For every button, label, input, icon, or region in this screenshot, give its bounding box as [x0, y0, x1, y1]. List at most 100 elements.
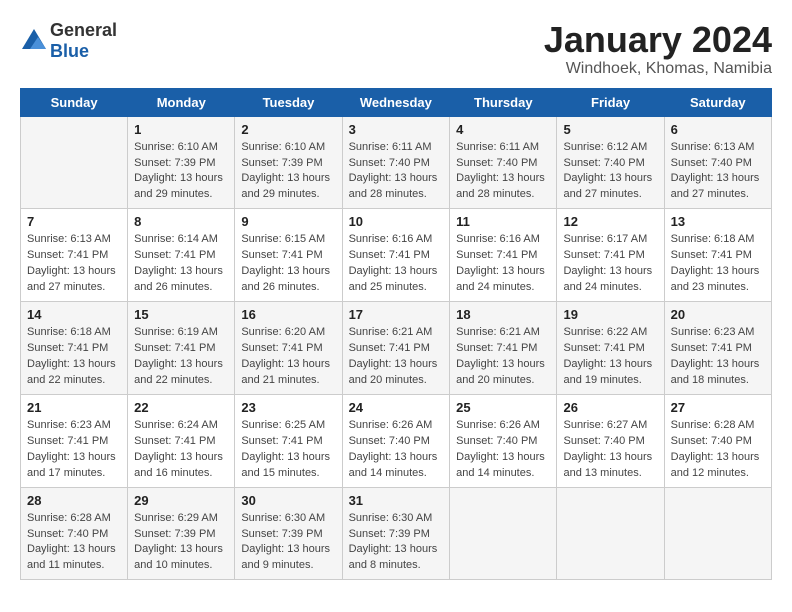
day-number: 9 [241, 214, 335, 229]
day-number: 24 [349, 400, 444, 415]
day-info: Sunrise: 6:27 AMSunset: 7:40 PMDaylight:… [563, 418, 657, 482]
calendar-cell: 30 Sunrise: 6:30 AMSunset: 7:39 PMDayligh… [235, 487, 342, 580]
day-info: Sunrise: 6:11 AMSunset: 7:40 PMDaylight:… [349, 140, 444, 204]
day-number: 30 [241, 493, 335, 508]
day-info: Sunrise: 6:24 AMSunset: 7:41 PMDaylight:… [134, 418, 228, 482]
day-number: 22 [134, 400, 228, 415]
calendar-cell: 28 Sunrise: 6:28 AMSunset: 7:40 PMDayligh… [21, 487, 128, 580]
calendar-cell: 20 Sunrise: 6:23 AMSunset: 7:41 PMDayligh… [664, 302, 771, 395]
day-number: 15 [134, 307, 228, 322]
logo: General Blue [20, 20, 117, 62]
calendar-cell: 1Sunrise: 6:10 AMSunset: 7:39 PMDaylight… [128, 116, 235, 209]
logo-icon [20, 27, 48, 55]
day-info: Sunrise: 6:25 AMSunset: 7:41 PMDaylight:… [241, 418, 335, 482]
day-number: 28 [27, 493, 121, 508]
calendar-cell: 31 Sunrise: 6:30 AMSunset: 7:39 PMDayligh… [342, 487, 450, 580]
calendar-cell: 11 Sunrise: 6:16 AMSunset: 7:41 PMDayligh… [450, 209, 557, 302]
day-header-saturday: Saturday [664, 88, 771, 116]
day-info: Sunrise: 6:21 AMSunset: 7:41 PMDaylight:… [456, 325, 550, 389]
calendar-cell: 25Sunrise: 6:26 AMSunset: 7:40 PMDayligh… [450, 394, 557, 487]
calendar-cell: 7Sunrise: 6:13 AMSunset: 7:41 PMDaylight… [21, 209, 128, 302]
calendar-body: 1Sunrise: 6:10 AMSunset: 7:39 PMDaylight… [21, 116, 772, 580]
day-number: 29 [134, 493, 228, 508]
calendar-week-5: 28 Sunrise: 6:28 AMSunset: 7:40 PMDayligh… [21, 487, 772, 580]
calendar-cell: 4 Sunrise: 6:11 AMSunset: 7:40 PMDaylight… [450, 116, 557, 209]
calendar-week-2: 7Sunrise: 6:13 AMSunset: 7:41 PMDaylight… [21, 209, 772, 302]
day-number: 27 [671, 400, 765, 415]
day-header-friday: Friday [557, 88, 664, 116]
day-number: 13 [671, 214, 765, 229]
day-number: 19 [563, 307, 657, 322]
subtitle: Windhoek, Khomas, Namibia [544, 60, 772, 78]
day-number: 18 [456, 307, 550, 322]
day-number: 31 [349, 493, 444, 508]
day-info: Sunrise: 6:17 AMSunset: 7:41 PMDaylight:… [563, 232, 657, 296]
calendar-header-row: SundayMondayTuesdayWednesdayThursdayFrid… [21, 88, 772, 116]
day-info: Sunrise: 6:23 AMSunset: 7:41 PMDaylight:… [27, 418, 121, 482]
calendar-cell: 23 Sunrise: 6:25 AMSunset: 7:41 PMDayligh… [235, 394, 342, 487]
day-number: 12 [563, 214, 657, 229]
calendar-cell: 16 Sunrise: 6:20 AMSunset: 7:41 PMDayligh… [235, 302, 342, 395]
day-info: Sunrise: 6:18 AMSunset: 7:41 PMDaylight:… [671, 232, 765, 296]
calendar-cell: 29Sunrise: 6:29 AMSunset: 7:39 PMDayligh… [128, 487, 235, 580]
day-info: Sunrise: 6:22 AMSunset: 7:41 PMDaylight:… [563, 325, 657, 389]
calendar-cell [21, 116, 128, 209]
calendar-cell: 19 Sunrise: 6:22 AMSunset: 7:41 PMDayligh… [557, 302, 664, 395]
day-number: 23 [241, 400, 335, 415]
day-number: 4 [456, 122, 550, 137]
day-info: Sunrise: 6:23 AMSunset: 7:41 PMDaylight:… [671, 325, 765, 389]
calendar-cell: 27Sunrise: 6:28 AMSunset: 7:40 PMDayligh… [664, 394, 771, 487]
title-area: January 2024 Windhoek, Khomas, Namibia [544, 20, 772, 78]
day-number: 6 [671, 122, 765, 137]
day-info: Sunrise: 6:14 AMSunset: 7:41 PMDaylight:… [134, 232, 228, 296]
calendar-cell: 6 Sunrise: 6:13 AMSunset: 7:40 PMDaylight… [664, 116, 771, 209]
day-number: 5 [563, 122, 657, 137]
day-number: 11 [456, 214, 550, 229]
day-info: Sunrise: 6:21 AMSunset: 7:41 PMDaylight:… [349, 325, 444, 389]
day-number: 8 [134, 214, 228, 229]
day-info: Sunrise: 6:19 AMSunset: 7:41 PMDaylight:… [134, 325, 228, 389]
calendar-header: SundayMondayTuesdayWednesdayThursdayFrid… [21, 88, 772, 116]
day-number: 14 [27, 307, 121, 322]
calendar-cell: 21Sunrise: 6:23 AMSunset: 7:41 PMDayligh… [21, 394, 128, 487]
calendar-cell: 10Sunrise: 6:16 AMSunset: 7:41 PMDayligh… [342, 209, 450, 302]
day-info: Sunrise: 6:26 AMSunset: 7:40 PMDaylight:… [456, 418, 550, 482]
calendar-cell: 9Sunrise: 6:15 AMSunset: 7:41 PMDaylight… [235, 209, 342, 302]
day-info: Sunrise: 6:26 AMSunset: 7:40 PMDaylight:… [349, 418, 444, 482]
day-header-monday: Monday [128, 88, 235, 116]
calendar-cell: 22 Sunrise: 6:24 AMSunset: 7:41 PMDayligh… [128, 394, 235, 487]
day-number: 26 [563, 400, 657, 415]
day-number: 2 [241, 122, 335, 137]
day-info: Sunrise: 6:11 AMSunset: 7:40 PMDaylight:… [456, 140, 550, 204]
logo-text-blue: Blue [50, 41, 89, 61]
day-info: Sunrise: 6:30 AMSunset: 7:39 PMDaylight:… [241, 511, 335, 575]
logo-text-general: General [50, 20, 117, 40]
day-number: 7 [27, 214, 121, 229]
day-info: Sunrise: 6:12 AMSunset: 7:40 PMDaylight:… [563, 140, 657, 204]
calendar-cell: 24 Sunrise: 6:26 AMSunset: 7:40 PMDayligh… [342, 394, 450, 487]
day-header-sunday: Sunday [21, 88, 128, 116]
header: General Blue January 2024 Windhoek, Khom… [20, 20, 772, 78]
calendar-cell: 14Sunrise: 6:18 AMSunset: 7:41 PMDayligh… [21, 302, 128, 395]
calendar-cell [450, 487, 557, 580]
day-info: Sunrise: 6:10 AMSunset: 7:39 PMDaylight:… [241, 140, 335, 204]
day-info: Sunrise: 6:20 AMSunset: 7:41 PMDaylight:… [241, 325, 335, 389]
calendar-cell [664, 487, 771, 580]
calendar-week-3: 14Sunrise: 6:18 AMSunset: 7:41 PMDayligh… [21, 302, 772, 395]
day-info: Sunrise: 6:10 AMSunset: 7:39 PMDaylight:… [134, 140, 228, 204]
calendar-cell: 18 Sunrise: 6:21 AMSunset: 7:41 PMDayligh… [450, 302, 557, 395]
calendar-cell: 5 Sunrise: 6:12 AMSunset: 7:40 PMDaylight… [557, 116, 664, 209]
day-info: Sunrise: 6:13 AMSunset: 7:40 PMDaylight:… [671, 140, 765, 204]
day-info: Sunrise: 6:30 AMSunset: 7:39 PMDaylight:… [349, 511, 444, 575]
day-info: Sunrise: 6:28 AMSunset: 7:40 PMDaylight:… [27, 511, 121, 575]
day-number: 20 [671, 307, 765, 322]
day-number: 10 [349, 214, 444, 229]
calendar-cell: 17Sunrise: 6:21 AMSunset: 7:41 PMDayligh… [342, 302, 450, 395]
calendar-cell: 15 Sunrise: 6:19 AMSunset: 7:41 PMDayligh… [128, 302, 235, 395]
main-title: January 2024 [544, 20, 772, 60]
calendar-cell: 2 Sunrise: 6:10 AMSunset: 7:39 PMDaylight… [235, 116, 342, 209]
day-info: Sunrise: 6:16 AMSunset: 7:41 PMDaylight:… [456, 232, 550, 296]
calendar-week-1: 1Sunrise: 6:10 AMSunset: 7:39 PMDaylight… [21, 116, 772, 209]
calendar-cell: 12 Sunrise: 6:17 AMSunset: 7:41 PMDayligh… [557, 209, 664, 302]
day-number: 16 [241, 307, 335, 322]
